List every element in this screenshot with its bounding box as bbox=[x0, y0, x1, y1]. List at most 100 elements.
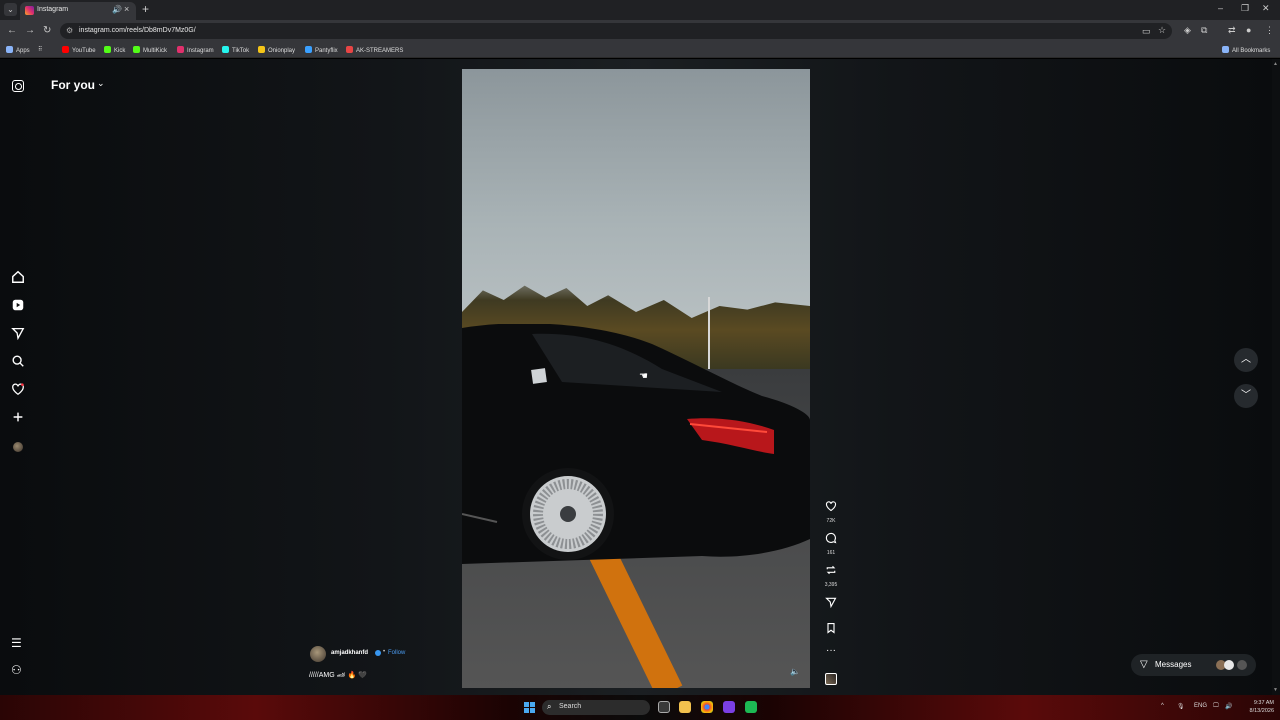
tab-title: Instagram bbox=[37, 6, 69, 13]
more-options-icon[interactable]: ··· bbox=[822, 645, 840, 656]
app-icon[interactable] bbox=[745, 701, 757, 713]
bookmark-onionplay[interactable]: Onionplay bbox=[258, 46, 295, 54]
close-tab-icon[interactable]: × bbox=[124, 4, 129, 14]
like-button[interactable]: 72K bbox=[822, 499, 840, 524]
bookmark-star-icon[interactable]: ☆ bbox=[1158, 25, 1166, 36]
feed-selector-label[interactable]: For you bbox=[51, 78, 95, 92]
repost-icon bbox=[826, 565, 836, 575]
share-button[interactable] bbox=[822, 595, 840, 613]
comment-button[interactable]: 161 bbox=[822, 531, 840, 556]
reel-caption: /////AMG 🏎 🔥 🖤 bbox=[309, 672, 367, 679]
message-avatar bbox=[1237, 660, 1247, 670]
follow-button[interactable]: Follow bbox=[388, 650, 405, 656]
taskbar-search-label: Search bbox=[559, 703, 582, 710]
direct-icon[interactable] bbox=[10, 326, 26, 342]
maximize-button[interactable]: ❐ bbox=[1241, 3, 1249, 14]
back-button[interactable]: ← bbox=[7, 25, 17, 36]
meta-apps-icon[interactable]: ⚇ bbox=[11, 663, 22, 677]
bookmark-pantyflix[interactable]: Pantyflix bbox=[305, 46, 338, 54]
file-explorer-icon[interactable] bbox=[679, 701, 691, 713]
search-icon[interactable] bbox=[10, 354, 26, 370]
bookmark-multikick[interactable]: MultiKick bbox=[133, 46, 167, 54]
window-close-button[interactable]: ✕ bbox=[1262, 3, 1270, 14]
browser-menu-icon[interactable]: ⋮ bbox=[1265, 25, 1274, 36]
mouse-cursor-icon: ☚ bbox=[639, 371, 648, 382]
cast-icon[interactable]: ▭ bbox=[1142, 26, 1151, 37]
browser-tab-bar: ⌄ Instagram 🔊 × + – ❐ ✕ bbox=[0, 0, 1280, 20]
url-text[interactable]: instagram.com/reels/Db8mDv7Mz0G/ bbox=[79, 27, 196, 34]
network-icon[interactable]: 🖵 bbox=[1213, 703, 1219, 710]
new-tab-button[interactable]: + bbox=[142, 2, 149, 16]
scroll-down-arrow-icon[interactable]: ▼ bbox=[1273, 687, 1278, 693]
bookmark-kick[interactable]: Kick bbox=[104, 46, 125, 54]
repost-button[interactable]: 3,395 bbox=[822, 563, 840, 588]
audio-thumbnail[interactable] bbox=[825, 673, 837, 685]
bookmark-icon bbox=[827, 622, 835, 634]
bookmark-ak-streamers[interactable]: AK-STREAMERS bbox=[346, 46, 403, 54]
dot-separator: • bbox=[383, 649, 386, 655]
address-bar[interactable]: ⚙ instagram.com/reels/Db8mDv7Mz0G/ ▭ ☆ bbox=[60, 23, 1172, 39]
all-bookmarks[interactable]: All Bookmarks bbox=[1222, 46, 1270, 54]
next-reel-button[interactable]: ﹀ bbox=[1234, 384, 1258, 408]
reels-icon[interactable] bbox=[10, 298, 26, 314]
like-count: 72K bbox=[826, 518, 836, 524]
apps-grid-icon[interactable]: ⠿ bbox=[38, 46, 42, 53]
clock-time: 9:37 AM bbox=[1253, 700, 1274, 706]
message-avatar bbox=[1224, 660, 1234, 670]
messages-button[interactable]: ▽ Messages bbox=[1131, 654, 1256, 676]
browser-toolbar: ← → ↻ ⚙ instagram.com/reels/Db8mDv7Mz0G/… bbox=[0, 20, 1280, 42]
instagram-logo-icon[interactable] bbox=[12, 80, 24, 92]
verified-badge-icon bbox=[375, 650, 381, 656]
instagram-favicon-icon bbox=[25, 6, 34, 15]
profile-avatar[interactable] bbox=[13, 442, 23, 452]
author-avatar[interactable] bbox=[310, 646, 326, 662]
heart-outline-icon bbox=[825, 501, 837, 512]
audio-toggle-icon[interactable]: 🔈 bbox=[790, 667, 800, 676]
reload-button[interactable]: ↻ bbox=[43, 25, 51, 36]
hamburger-menu-icon[interactable]: ☰ bbox=[11, 636, 22, 650]
chrome-icon[interactable] bbox=[701, 701, 713, 713]
bookmark-youtube[interactable]: YouTube bbox=[62, 46, 96, 54]
minimize-button[interactable]: – bbox=[1218, 3, 1223, 13]
video-car bbox=[462, 324, 810, 564]
microphone-icon[interactable]: 🎙 bbox=[1177, 703, 1185, 710]
tab-list-button[interactable]: ⌄ bbox=[4, 3, 17, 16]
comment-count: 161 bbox=[826, 550, 836, 556]
direct-message-icon: ▽ bbox=[1140, 659, 1148, 670]
extensions-puzzle-icon[interactable]: ⧉ bbox=[1201, 25, 1207, 36]
bookmark-tiktok[interactable]: TikTok bbox=[222, 46, 249, 54]
app-icon[interactable] bbox=[723, 701, 735, 713]
taskbar-clock[interactable]: 9:37 AM 8/13/2026 bbox=[1240, 699, 1274, 715]
reel-video[interactable]: ☚ 🔈 bbox=[462, 69, 810, 688]
volume-icon[interactable]: 🔊 bbox=[1225, 703, 1232, 710]
language-indicator[interactable]: ENG bbox=[1194, 703, 1207, 709]
tab-instagram[interactable]: Instagram 🔊 × bbox=[20, 2, 136, 20]
bookmark-apps[interactable]: Apps bbox=[6, 46, 30, 54]
page-scrollbar[interactable]: ▲ ▼ bbox=[1272, 59, 1280, 695]
windows-start-icon[interactable] bbox=[524, 702, 535, 713]
bookmarks-bar: Apps ⠿ YouTube Kick MultiKick Instagram … bbox=[0, 42, 1280, 58]
home-icon[interactable] bbox=[10, 270, 26, 286]
speaker-icon[interactable]: 🔊 bbox=[112, 5, 122, 14]
author-username[interactable]: amjadkhanfd bbox=[331, 650, 368, 656]
extension-icon[interactable]: ◈ bbox=[1184, 25, 1191, 36]
create-icon[interactable] bbox=[10, 410, 26, 426]
taskbar-search[interactable]: ⌕ Search bbox=[542, 700, 650, 715]
task-view-icon[interactable] bbox=[658, 701, 670, 713]
video-sky bbox=[462, 69, 810, 329]
heart-icon[interactable] bbox=[10, 382, 26, 398]
translate-icon[interactable]: ⇄ bbox=[1228, 25, 1236, 36]
save-button[interactable] bbox=[822, 621, 840, 639]
comment-icon bbox=[825, 532, 837, 544]
repost-count: 3,395 bbox=[824, 582, 838, 588]
chevron-down-icon[interactable]: ⌄ bbox=[97, 78, 105, 89]
share-icon bbox=[825, 597, 837, 609]
profile-icon[interactable]: ● bbox=[1246, 25, 1251, 35]
site-info-icon[interactable]: ⚙ bbox=[66, 26, 73, 35]
tray-overflow-icon[interactable]: ^ bbox=[1161, 703, 1164, 709]
previous-reel-button[interactable]: ︿ bbox=[1234, 348, 1258, 372]
scroll-up-arrow-icon[interactable]: ▲ bbox=[1273, 61, 1278, 67]
instagram-page: For you ⌄ ☰ ⚇ ☚ 🔈 72K 161 3,395 ··· amja… bbox=[0, 59, 1280, 695]
forward-button[interactable]: → bbox=[25, 25, 35, 36]
bookmark-instagram[interactable]: Instagram bbox=[177, 46, 214, 54]
